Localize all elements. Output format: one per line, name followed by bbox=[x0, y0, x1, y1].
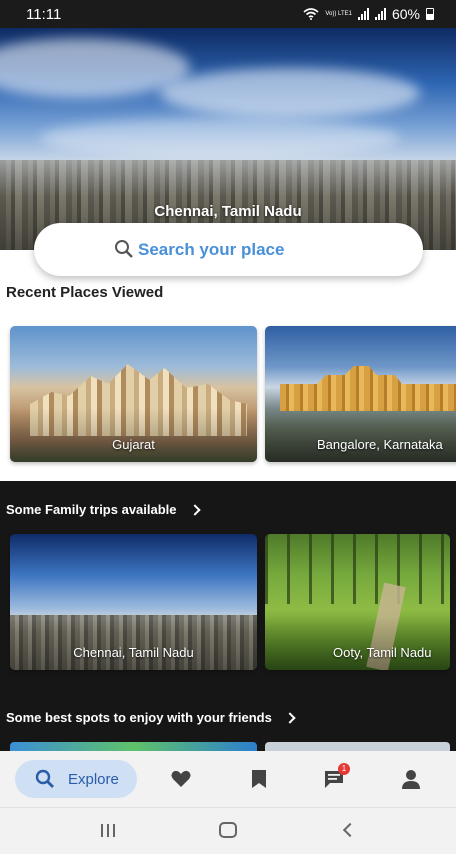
nav-explore-label: Explore bbox=[68, 770, 119, 788]
signal-icon bbox=[357, 8, 369, 20]
battery-percent: 60% bbox=[391, 6, 420, 22]
system-navigation-bar bbox=[0, 807, 456, 854]
search-bar[interactable]: Search your place bbox=[34, 223, 423, 276]
heart-icon[interactable] bbox=[170, 768, 192, 790]
friends-spots-title: Some best spots to enjoy with your frien… bbox=[6, 710, 272, 725]
family-trips-header[interactable]: Some Family trips available bbox=[6, 502, 201, 517]
hero-carousel[interactable]: Chennai, Tamil Nadu bbox=[0, 28, 456, 250]
home-icon[interactable] bbox=[219, 822, 237, 838]
trip-card-label: Ooty, Tamil Nadu bbox=[333, 645, 432, 660]
nav-messages[interactable]: 1 bbox=[323, 763, 350, 790]
bottom-navigation: Explore 1 bbox=[0, 751, 456, 807]
card-shade bbox=[10, 615, 257, 670]
trip-card-ooty[interactable]: Ooty, Tamil Nadu bbox=[265, 534, 450, 670]
back-icon[interactable] bbox=[342, 822, 358, 838]
friends-spots-header[interactable]: Some best spots to enjoy with your frien… bbox=[6, 710, 296, 725]
recent-places-title: Recent Places Viewed bbox=[6, 284, 164, 301]
trips-section: Some Family trips available Chennai, Tam… bbox=[0, 481, 456, 754]
cloud bbox=[160, 68, 420, 118]
place-card-gujarat[interactable]: Gujarat bbox=[10, 326, 257, 462]
app-screen: 11:11 Vo)) LTE1 60% Chennai, Tamil Nadu bbox=[0, 0, 456, 854]
place-card-bangalore[interactable]: Bangalore, Karnataka bbox=[265, 326, 456, 462]
status-time: 11:11 bbox=[26, 5, 62, 23]
trip-card-chennai[interactable]: Chennai, Tamil Nadu bbox=[10, 534, 257, 670]
cloud bbox=[40, 118, 400, 158]
recent-apps-icon[interactable] bbox=[101, 824, 115, 837]
signal-icon-2 bbox=[374, 8, 386, 20]
status-icons: Vo)) LTE1 60% bbox=[303, 6, 434, 22]
status-bar: 11:11 Vo)) LTE1 60% bbox=[0, 0, 456, 28]
wifi-icon bbox=[303, 8, 319, 20]
nav-explore[interactable]: Explore bbox=[15, 760, 137, 798]
network-type: Vo)) LTE1 bbox=[325, 11, 352, 17]
bookmark-icon[interactable] bbox=[248, 768, 270, 790]
family-trips-title: Some Family trips available bbox=[6, 502, 177, 517]
search-icon bbox=[115, 240, 133, 258]
card-image bbox=[265, 534, 450, 604]
card-shade bbox=[265, 407, 456, 462]
messages-badge: 1 bbox=[338, 763, 350, 775]
battery-icon bbox=[426, 8, 434, 20]
card-image bbox=[280, 366, 456, 411]
hero-caption: Chennai, Tamil Nadu bbox=[154, 203, 302, 220]
trip-card-label: Chennai, Tamil Nadu bbox=[73, 645, 194, 660]
search-input[interactable]: Search your place bbox=[138, 240, 284, 260]
card-shade bbox=[265, 615, 450, 670]
chevron-right-icon bbox=[188, 503, 201, 516]
chevron-right-icon bbox=[284, 711, 296, 724]
place-card-label: Gujarat bbox=[112, 437, 155, 452]
search-icon bbox=[35, 769, 54, 788]
person-icon[interactable] bbox=[400, 768, 422, 790]
card-shade bbox=[10, 407, 257, 462]
place-card-label: Bangalore, Karnataka bbox=[317, 437, 443, 452]
